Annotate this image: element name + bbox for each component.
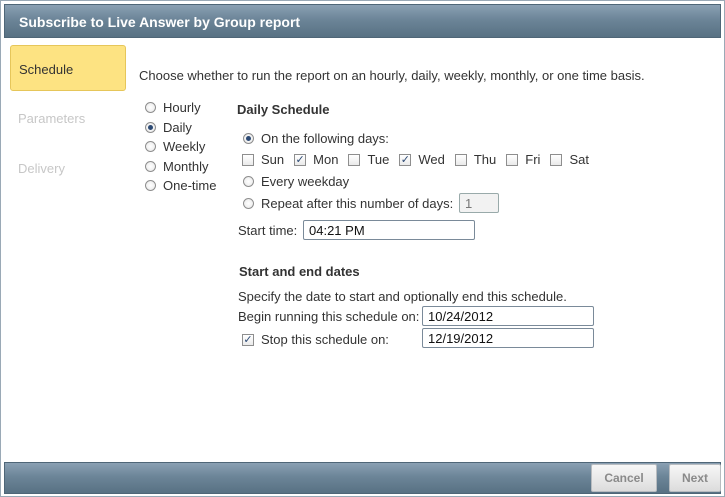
- day-wed[interactable]: ✓ Wed: [399, 152, 445, 167]
- radio-daily[interactable]: [145, 121, 156, 133]
- stop-schedule-option[interactable]: ✓ Stop this schedule on:: [242, 332, 389, 347]
- dialog-title: Subscribe to Live Answer by Group report: [19, 14, 301, 30]
- frequency-option-daily[interactable]: Daily: [145, 119, 192, 135]
- radio-monthly[interactable]: [145, 160, 156, 172]
- checkbox-sun[interactable]: [242, 153, 254, 166]
- day-tue[interactable]: Tue: [348, 152, 389, 167]
- every-weekday-option[interactable]: Every weekday: [243, 174, 349, 189]
- day-label: Sun: [261, 152, 285, 167]
- checkbox-fri[interactable]: [506, 153, 519, 166]
- frequency-option-hourly[interactable]: Hourly: [145, 99, 201, 115]
- on-following-days-label: On the following days:: [261, 131, 389, 146]
- daily-schedule-heading: Daily Schedule: [237, 102, 330, 117]
- subscribe-dialog: Subscribe to Live Answer by Group report…: [0, 0, 725, 497]
- checkbox-stop-schedule[interactable]: ✓: [242, 333, 254, 346]
- frequency-option-weekly[interactable]: Weekly: [145, 138, 205, 154]
- next-button[interactable]: Next: [669, 464, 721, 492]
- frequency-option-one-time[interactable]: One-time: [145, 177, 216, 193]
- days-row: Sun ✓ Mon Tue ✓ Wed Thu Fri Sat: [242, 152, 599, 167]
- radio-every-weekday[interactable]: [243, 176, 254, 187]
- stop-date-input[interactable]: [422, 328, 594, 348]
- intro-text: Choose whether to run the report on an h…: [139, 68, 645, 83]
- day-label: Sat: [569, 152, 589, 167]
- frequency-label: Daily: [163, 119, 192, 135]
- dates-heading: Start and end dates: [239, 264, 360, 279]
- day-sun[interactable]: Sun: [242, 152, 284, 167]
- checkbox-thu[interactable]: [454, 153, 467, 166]
- day-label: Fri: [525, 152, 541, 167]
- day-thu[interactable]: Thu: [454, 152, 497, 167]
- day-label: Thu: [473, 152, 497, 167]
- stop-label: Stop this schedule on:: [261, 332, 389, 347]
- day-sat[interactable]: Sat: [550, 152, 589, 167]
- radio-weekly[interactable]: [145, 140, 156, 152]
- day-mon[interactable]: ✓ Mon: [294, 152, 338, 167]
- radio-repeat[interactable]: [243, 198, 254, 209]
- nav-item-label: Schedule: [19, 62, 74, 77]
- on-following-days-option[interactable]: On the following days:: [243, 131, 389, 146]
- nav-item-delivery[interactable]: Delivery: [10, 145, 126, 191]
- start-time-input[interactable]: [303, 220, 475, 240]
- nav-item-parameters[interactable]: Parameters: [10, 95, 126, 141]
- day-label: Wed: [418, 152, 445, 167]
- frequency-label: One-time: [163, 177, 217, 193]
- radio-hourly[interactable]: [145, 101, 156, 113]
- nav-item-label: Parameters: [18, 111, 86, 126]
- repeat-days-input[interactable]: [459, 193, 499, 213]
- checkbox-tue[interactable]: [348, 153, 361, 166]
- checkbox-wed[interactable]: ✓: [399, 153, 412, 166]
- repeat-label: Repeat after this number of days:: [261, 196, 454, 211]
- radio-on-following-days[interactable]: [243, 133, 254, 144]
- nav-item-schedule[interactable]: Schedule: [10, 45, 126, 91]
- day-label: Tue: [367, 152, 390, 167]
- frequency-label: Monthly: [163, 158, 209, 174]
- checkbox-sat[interactable]: [550, 153, 563, 166]
- frequency-label: Weekly: [163, 138, 206, 154]
- nav-item-label: Delivery: [18, 161, 65, 176]
- day-label: Mon: [313, 152, 339, 167]
- radio-one-time[interactable]: [145, 179, 156, 191]
- dates-description: Specify the date to start and optionally…: [238, 289, 567, 304]
- start-time-label: Start time:: [238, 223, 298, 238]
- dialog-titlebar: Subscribe to Live Answer by Group report: [4, 4, 721, 38]
- frequency-option-monthly[interactable]: Monthly: [145, 158, 209, 174]
- day-fri[interactable]: Fri: [506, 152, 540, 167]
- every-weekday-label: Every weekday: [261, 174, 350, 189]
- repeat-option[interactable]: Repeat after this number of days:: [243, 196, 453, 211]
- checkbox-mon[interactable]: ✓: [294, 153, 307, 166]
- begin-date-input[interactable]: [422, 306, 594, 326]
- frequency-label: Hourly: [163, 99, 201, 115]
- begin-label: Begin running this schedule on:: [238, 309, 420, 324]
- cancel-button[interactable]: Cancel: [591, 464, 657, 492]
